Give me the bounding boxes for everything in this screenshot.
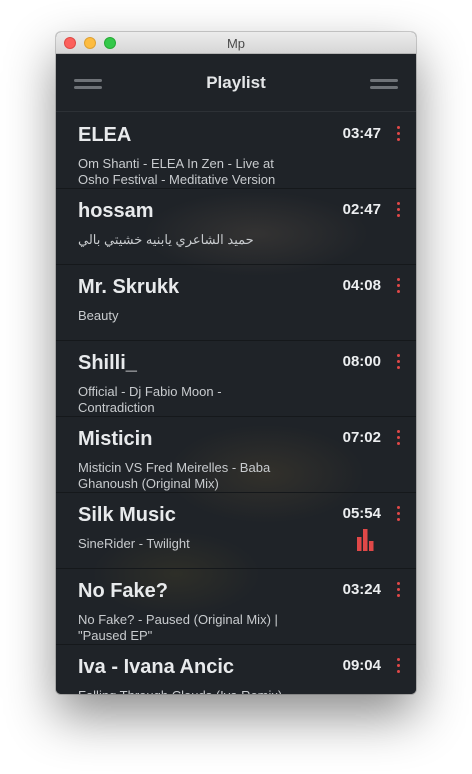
track-artist: hossam [78,200,154,222]
playlist-item[interactable]: Shilli_ Official - Dj Fabio Moon - Contra… [56,341,416,417]
track-title: Om Shanti - ELEA In Zen - Live at Osho F… [78,156,276,187]
more-options-icon[interactable] [395,354,401,372]
track-title: حميد الشاعري يابنيه خشيتي بالي [78,232,254,247]
playlist-item[interactable]: Mr. Skrukk Beauty 04:08 [56,265,416,341]
app-header: Playlist [56,54,416,112]
more-options-icon[interactable] [395,658,401,676]
track-title: Falling Through Clouds (Iva Remix) [78,688,293,694]
track-duration: 03:47 [342,125,381,142]
playlist-item[interactable]: No Fake? No Fake? - Paused (Original Mix)… [56,569,416,645]
track-duration: 08:00 [342,353,381,370]
playlist-item[interactable]: Iva - Ivana Ancic Falling Through Clouds … [56,645,416,694]
track-artist: Mr. Skrukk [78,276,180,298]
track-title: Beauty [78,308,119,323]
track-duration: 05:54 [342,505,381,522]
track-title: Misticin VS Fred Meirelles - Baba Ghanou… [78,460,271,491]
more-options-icon[interactable] [395,278,401,296]
track-artist: Silk Music [78,504,176,526]
track-title: Official - Dj Fabio Moon - Contradiction [78,384,222,415]
playlist-item[interactable]: hossam حميد الشاعري يابنيه خشيتي بالي 02:4… [56,189,416,265]
track-title: SineRider - Twilight [78,536,190,551]
track-artist: ELEA [78,124,132,146]
more-options-icon[interactable] [395,202,401,220]
track-duration: 03:24 [342,581,381,598]
playlist-item[interactable]: Silk Music SineRider - Twilight 05:54 [56,493,416,569]
now-playing-icon [357,529,374,551]
track-artist: Shilli_ [78,352,137,374]
track-title: No Fake? - Paused (Original Mix) | "Paus… [78,612,278,643]
track-duration: 07:02 [342,429,381,446]
playlist-item[interactable]: Misticin Misticin VS Fred Meirelles - Bab… [56,417,416,493]
window-title: Mp [226,36,246,51]
track-duration: 02:47 [342,201,381,218]
right-menu-icon[interactable] [370,79,398,89]
track-duration: 09:04 [342,657,381,674]
playlist-item[interactable]: ELEA Om Shanti - ELEA In Zen - Live at Os… [56,113,416,189]
app-content: Playlist ELEA Om Shanti - ELEA In Zen - L… [56,54,416,694]
track-artist: No Fake? [78,580,169,602]
more-options-icon[interactable] [395,582,401,600]
more-options-icon[interactable] [395,506,401,524]
more-options-icon[interactable] [395,430,401,448]
track-artist: Misticin [78,428,153,450]
window-titlebar[interactable]: Mp [56,32,416,54]
more-options-icon[interactable] [395,126,401,144]
app-window: Mp Playlist ELEA Om Shanti - ELEA In Zen … [56,32,416,694]
track-duration: 04:08 [342,277,381,294]
page-title: Playlist [206,73,266,92]
track-artist: Iva - Ivana Ancic [78,656,234,678]
